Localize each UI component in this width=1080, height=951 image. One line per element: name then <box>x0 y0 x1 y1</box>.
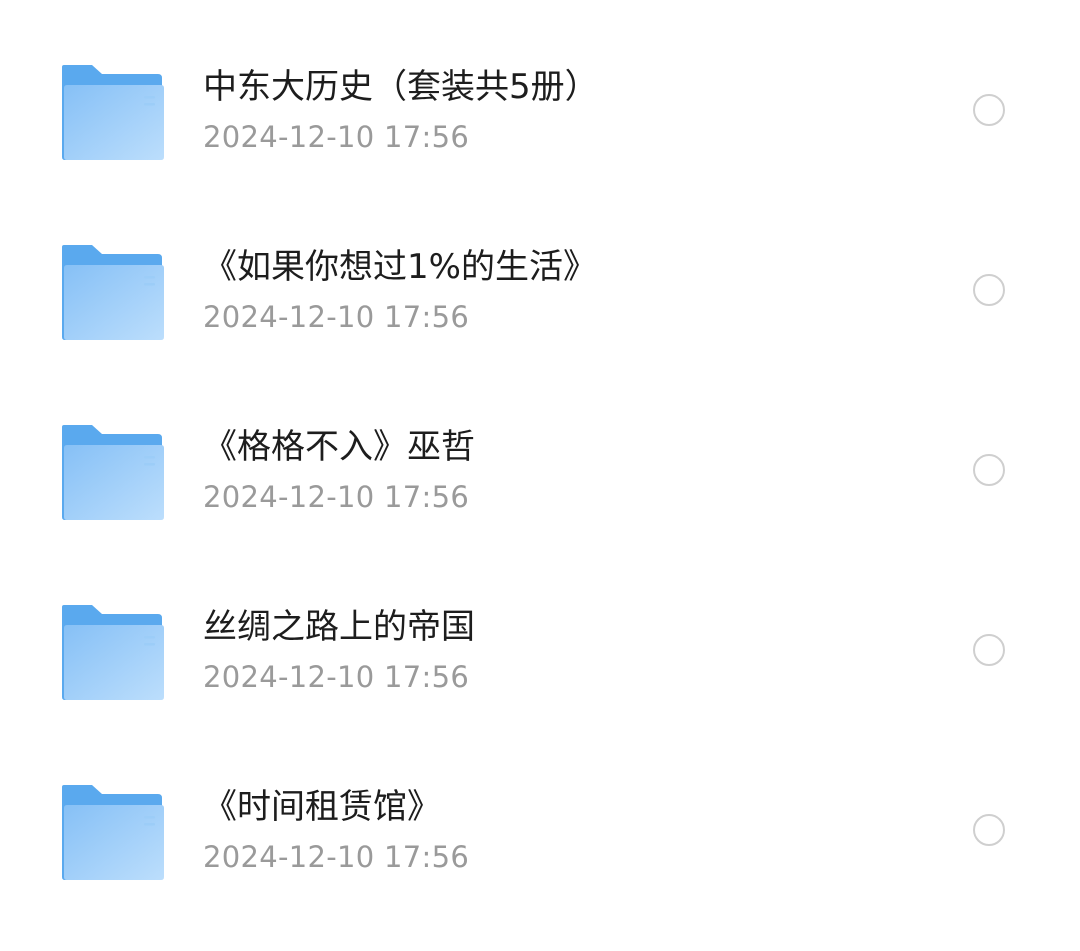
folder-icon <box>62 425 164 520</box>
file-info: 《时间租赁馆》 2024-12-10 17:56 <box>203 785 923 877</box>
list-item[interactable]: 《如果你想过1%的生活》 2024-12-10 17:56 <box>0 201 1080 381</box>
folder-icon <box>62 245 164 340</box>
list-item[interactable]: 中东大历史（套装共5册） 2024-12-10 17:56 <box>0 21 1080 201</box>
select-radio[interactable] <box>973 94 1005 126</box>
file-date: 2024-12-10 17:56 <box>203 660 470 694</box>
folder-icon <box>62 785 164 880</box>
file-name: 《时间租赁馆》 <box>203 787 441 827</box>
list-item[interactable]: 丝绸之路上的帝国 2024-12-10 17:56 <box>0 561 1080 741</box>
file-info: 《如果你想过1%的生活》 2024-12-10 17:56 <box>203 245 923 337</box>
file-info: 丝绸之路上的帝国 2024-12-10 17:56 <box>203 605 923 697</box>
folder-icon <box>62 605 164 700</box>
file-name: 中东大历史（套装共5册） <box>203 67 599 107</box>
file-list: 中东大历史（套装共5册） 2024-12-10 17:56 《如果你想过1%的生 <box>0 21 1080 921</box>
file-date: 2024-12-10 17:56 <box>203 120 470 154</box>
select-radio[interactable] <box>973 454 1005 486</box>
file-info: 中东大历史（套装共5册） 2024-12-10 17:56 <box>203 65 923 157</box>
list-item[interactable]: 《格格不入》巫哲 2024-12-10 17:56 <box>0 381 1080 561</box>
select-radio[interactable] <box>973 274 1005 306</box>
select-radio[interactable] <box>973 634 1005 666</box>
list-item[interactable]: 《时间租赁馆》 2024-12-10 17:56 <box>0 741 1080 921</box>
file-name: 《格格不入》巫哲 <box>203 427 475 467</box>
folder-icon <box>62 65 164 160</box>
file-date: 2024-12-10 17:56 <box>203 300 470 334</box>
file-info: 《格格不入》巫哲 2024-12-10 17:56 <box>203 425 923 517</box>
file-date: 2024-12-10 17:56 <box>203 480 470 514</box>
select-radio[interactable] <box>973 814 1005 846</box>
file-name: 丝绸之路上的帝国 <box>203 607 475 647</box>
file-date: 2024-12-10 17:56 <box>203 840 470 874</box>
file-name: 《如果你想过1%的生活》 <box>203 247 597 287</box>
